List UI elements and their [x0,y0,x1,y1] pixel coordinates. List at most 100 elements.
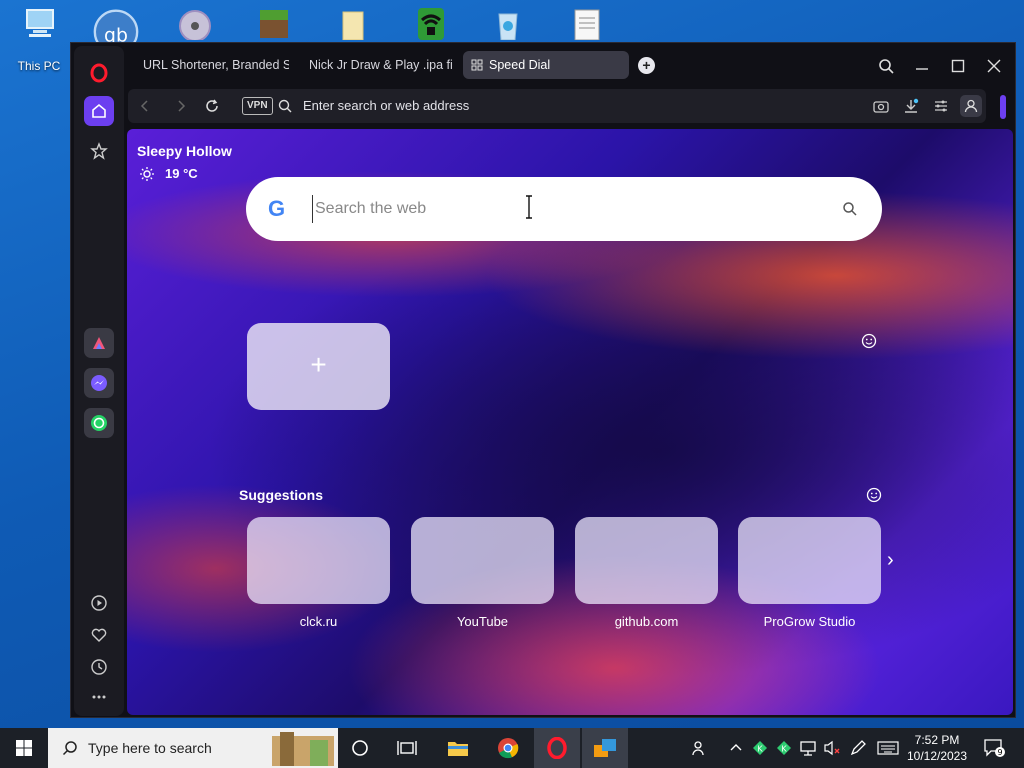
tray-k-app-1[interactable]: K [748,736,772,760]
document-icon [574,9,600,40]
search-highlight-illustration-icon [272,732,334,766]
add-speed-dial-tile[interactable]: + [247,323,390,410]
sidebar-home-button[interactable] [84,96,114,126]
minecraft-desktop-icon[interactable] [244,6,304,46]
text-cursor-icon [526,195,532,219]
pen-icon [850,740,866,756]
tray-k-app-2[interactable]: K [772,736,796,760]
document-desktop-icon[interactable] [556,6,616,46]
dvd-desktop-icon[interactable] [165,6,225,46]
opera-menu-button[interactable] [84,58,114,88]
sidebar-player-button[interactable] [84,588,114,618]
taskbar-clock[interactable]: 7:52 PM 10/12/2023 [906,732,968,764]
sidebar-more-button[interactable] [84,682,114,712]
reload-button[interactable] [203,97,221,115]
star-icon [90,142,108,160]
opera-browser-window: URL Shortener, Branded S Nick Jr Draw & … [70,42,1016,718]
smiley-icon[interactable] [861,333,877,349]
minimize-button[interactable] [911,55,933,77]
cortana-circle-icon [352,740,368,756]
chevron-left-icon [140,100,148,112]
suggestion-tile-youtube[interactable] [411,517,554,604]
web-search-input[interactable] [312,195,792,223]
show-hidden-icons-button[interactable] [724,736,748,760]
network-icon [800,741,816,756]
speaker-muted-icon [824,740,840,756]
sun-icon [140,167,154,181]
heart-icon [91,628,107,642]
pen-workspace-button[interactable] [846,736,870,760]
profile-button[interactable] [960,95,982,117]
new-tab-button[interactable]: + [638,57,655,74]
tab-url-shortener[interactable]: URL Shortener, Branded S [129,51,289,79]
close-button[interactable] [983,55,1005,77]
suggestion-tile-progrow[interactable] [738,517,881,604]
suggestion-label[interactable]: ProGrow Studio [738,614,881,629]
downloads-button[interactable] [902,97,920,115]
opera-button[interactable] [545,736,569,760]
folder-icon [342,11,364,40]
recycle-bin-desktop-icon[interactable] [478,6,538,46]
suggestion-label[interactable]: YouTube [411,614,554,629]
keyboard-icon [877,741,899,755]
close-icon [987,59,1001,73]
suggestion-label[interactable]: clck.ru [247,614,390,629]
sliders-icon [935,100,947,112]
snapshot-button[interactable] [872,97,890,115]
reload-icon [206,99,218,112]
file-explorer-button[interactable] [446,736,470,760]
tab-search-button[interactable] [875,55,897,77]
k-app-icon: K [777,741,791,755]
address-input[interactable]: Enter search or web address [303,98,469,113]
wifi-lock-icon [418,8,444,40]
tab-label: URL Shortener, Branded S [143,58,289,72]
this-pc-icon[interactable] [10,6,70,46]
recycle-bin-icon [498,13,518,40]
search-icon[interactable] [842,201,858,217]
app-button[interactable] [593,736,617,760]
sidebar-messenger-button[interactable] [84,368,114,398]
user-icon [964,99,978,113]
sidebar-pinboards-button[interactable] [84,620,114,650]
back-button[interactable] [136,97,154,115]
network-button[interactable] [796,736,820,760]
taskbar-search-box[interactable]: Type here to search [48,728,338,768]
sidebar-whatsapp-button[interactable] [84,408,114,438]
tab-label: Nick Jr Draw & Play .ipa fi [309,58,453,72]
vpn-badge[interactable]: VPN [242,97,273,115]
folder-desktop-icon[interactable] [322,6,382,46]
qbittorrent-desktop-icon[interactable]: qb [86,6,146,46]
play-circle-icon [91,595,107,611]
clock-date: 10/12/2023 [906,749,968,763]
smiley-icon[interactable] [866,487,882,503]
wifi-app-desktop-icon[interactable] [400,6,460,46]
sidebar-aria-button[interactable] [84,328,114,358]
suggestion-tile-clck[interactable] [247,517,390,604]
people-button[interactable] [688,736,712,760]
address-bar: VPN Enter search or web address [128,89,986,123]
k-app-icon: K [753,741,767,755]
suggestions-next-button[interactable]: › [887,549,894,572]
sidebar-bookmarks-button[interactable] [84,136,114,166]
tab-speed-dial[interactable]: Speed Dial [463,51,629,79]
cortana-button[interactable] [348,736,372,760]
chrome-button[interactable] [496,736,520,760]
google-logo-icon: G [268,196,286,221]
easy-setup-button[interactable] [932,97,950,115]
tab-nick-jr[interactable]: Nick Jr Draw & Play .ipa fi [295,51,459,79]
windows-logo-icon [16,740,32,756]
sidebar-scroll-indicator[interactable] [1000,95,1006,119]
web-search-box[interactable]: G [246,177,882,241]
volume-button[interactable] [820,736,844,760]
maximize-button[interactable] [947,55,969,77]
more-dots-icon [92,695,106,699]
suggestion-tile-github[interactable] [575,517,718,604]
sidebar-history-button[interactable] [84,652,114,682]
suggestion-label[interactable]: github.com [575,614,718,629]
chevron-up-icon [730,744,742,751]
action-center-button[interactable]: 9 [982,736,1006,760]
touch-keyboard-button[interactable] [876,736,900,760]
start-button[interactable] [12,736,36,760]
forward-button[interactable] [172,97,190,115]
task-view-button[interactable] [395,736,419,760]
